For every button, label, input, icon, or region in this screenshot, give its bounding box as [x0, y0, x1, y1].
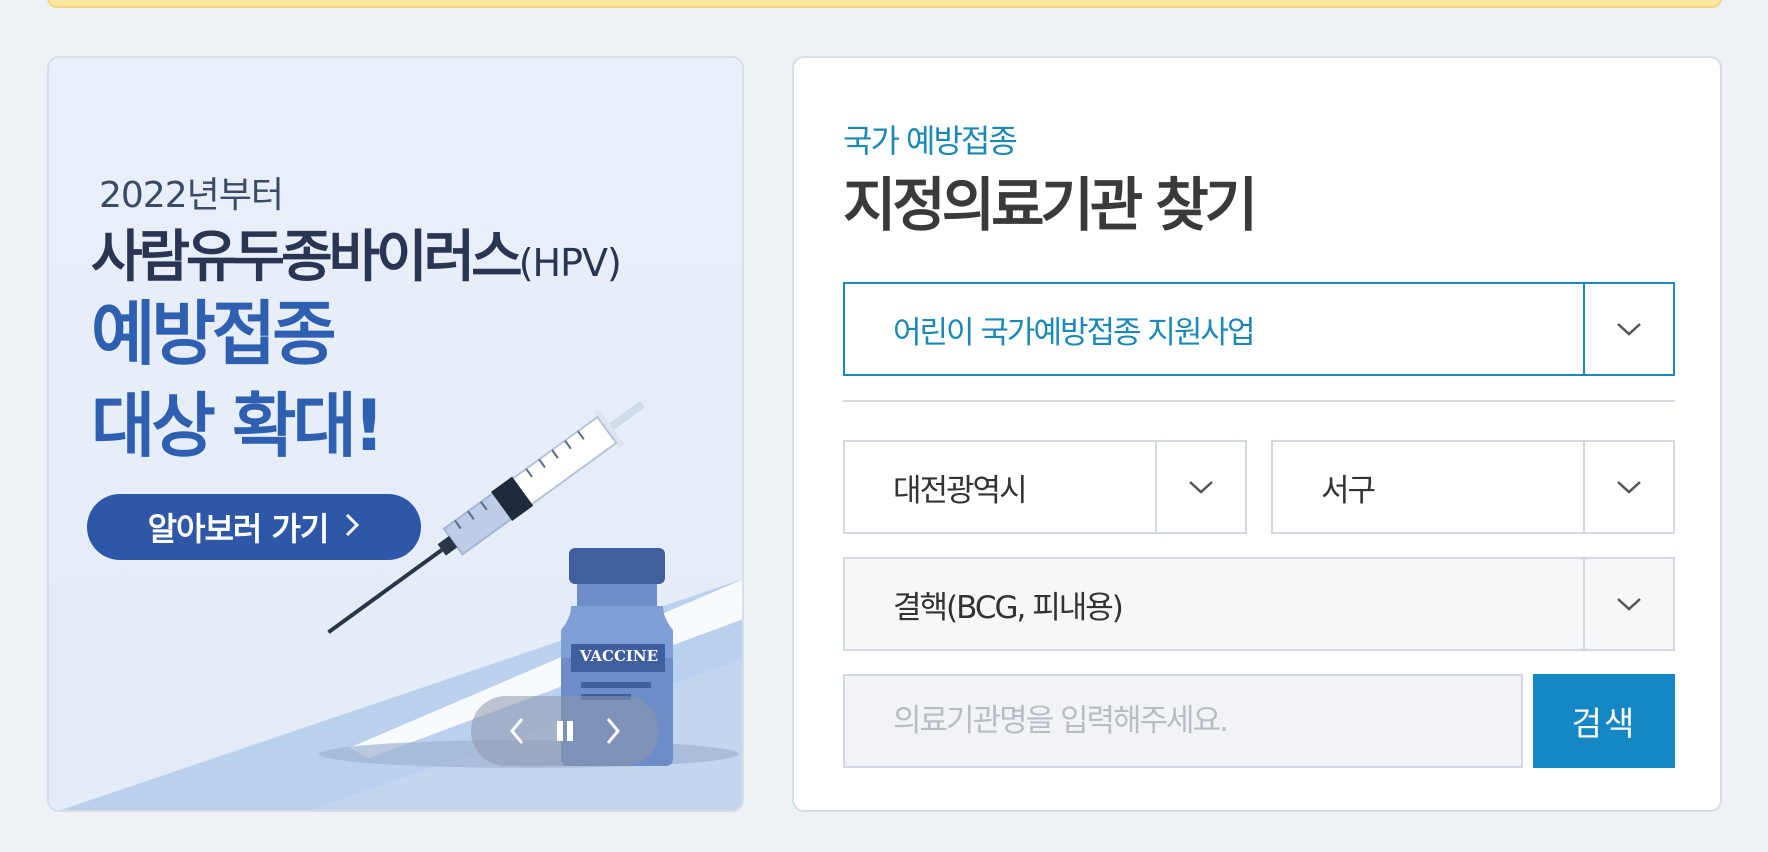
banner-year: 2022년부터 [99, 175, 284, 216]
district-select-value: 서구 [1321, 472, 1376, 509]
vial-label: VACCINE [579, 647, 659, 665]
carousel-controls [471, 696, 659, 766]
district-select[interactable]: 서구 [1271, 440, 1675, 534]
chevron-right-icon [344, 508, 360, 546]
next-slide-icon[interactable] [598, 711, 628, 751]
clinic-name-input[interactable] [843, 674, 1523, 768]
banner-title: 사람유두종바이러스(HPV) [91, 212, 622, 293]
banner-headline: 예방접종 대상 확대! [91, 288, 385, 472]
divider [843, 400, 1675, 402]
vaccine-select-value: 결핵(BCG, 피내용) [893, 589, 1124, 626]
hpv-promo-banner[interactable]: VACCINE 2022년부터 사람유두종바이러스(HPV) 예방접종 대상 확… [47, 56, 744, 812]
notice-strip [47, 0, 1722, 8]
city-select-value: 대전광역시 [893, 472, 1028, 509]
banner-headline-line2: 대상 확대! [91, 385, 385, 467]
finder-subtitle: 국가 예방접종 [843, 122, 1018, 160]
chevron-down-icon[interactable] [1583, 442, 1673, 532]
learn-more-label: 알아보러 가기 [147, 510, 330, 548]
banner-title-suffix: (HPV) [518, 241, 622, 285]
banner-title-text: 사람유두종바이러스 [91, 225, 523, 290]
chevron-down-icon[interactable] [1155, 442, 1245, 532]
prev-slide-icon[interactable] [502, 711, 532, 751]
clinic-finder-panel: 국가 예방접종 지정의료기관 찾기 어린이 국가예방접종 지원사업 대전광역시 … [792, 56, 1722, 812]
learn-more-button[interactable]: 알아보러 가기 [87, 494, 421, 560]
program-select-value: 어린이 국가예방접종 지원사업 [893, 314, 1255, 351]
city-select[interactable]: 대전광역시 [843, 440, 1247, 534]
pause-icon[interactable] [550, 711, 580, 751]
vaccine-select[interactable]: 결핵(BCG, 피내용) [843, 557, 1675, 651]
finder-title: 지정의료기관 찾기 [843, 171, 1258, 239]
search-button[interactable]: 검색 [1533, 674, 1675, 768]
banner-headline-line1: 예방접종 [91, 293, 337, 375]
program-select[interactable]: 어린이 국가예방접종 지원사업 [843, 282, 1675, 376]
chevron-down-icon[interactable] [1583, 559, 1673, 649]
chevron-down-icon[interactable] [1583, 284, 1673, 374]
